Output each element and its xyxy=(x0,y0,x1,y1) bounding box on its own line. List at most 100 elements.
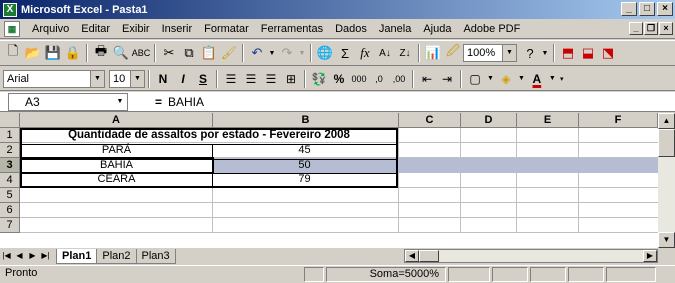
row-header-3[interactable]: 3 xyxy=(0,158,20,173)
menu-adobe-pdf[interactable]: Adobe PDF xyxy=(457,23,526,35)
column-header-b[interactable]: B xyxy=(213,113,399,128)
cut-icon[interactable]: ✂ xyxy=(159,43,179,63)
excel-app-icon[interactable]: X xyxy=(3,2,17,17)
select-all-corner[interactable] xyxy=(0,113,20,128)
format-painter-icon[interactable]: 🖌 xyxy=(219,43,239,63)
cell-b3[interactable]: 50 xyxy=(213,158,396,173)
doc-minimize-button[interactable]: _ xyxy=(629,22,643,35)
doc-restore-button[interactable]: ❐ xyxy=(644,22,658,35)
bold-button[interactable]: N xyxy=(153,69,173,89)
menu-dados[interactable]: Dados xyxy=(329,23,373,35)
copy-icon[interactable]: ⧉ xyxy=(179,43,199,63)
sheet-tab-plan2[interactable]: Plan2 xyxy=(96,248,137,264)
h-scroll-thumb[interactable] xyxy=(419,250,439,262)
font-color-icon[interactable]: A xyxy=(527,69,547,89)
sheet-tab-plan1[interactable]: Plan1 xyxy=(56,248,98,264)
menu-exibir[interactable]: Exibir xyxy=(116,23,156,35)
redo-dropdown-icon[interactable]: ▼ xyxy=(297,43,307,63)
redo-icon[interactable]: ↷ xyxy=(277,43,297,63)
prev-sheet-icon[interactable]: ◀ xyxy=(13,249,26,263)
currency-icon[interactable]: 💱 xyxy=(309,69,329,89)
scroll-left-icon[interactable]: ◀ xyxy=(405,250,419,262)
sort-descending-icon[interactable]: Z↓ xyxy=(395,43,415,63)
increase-indent-icon[interactable]: ⇥ xyxy=(437,69,457,89)
font-name-select[interactable]: Arial ▼ xyxy=(3,69,105,88)
print-preview-icon[interactable]: 🔍 xyxy=(111,43,131,63)
chart-wizard-icon[interactable]: 📊 xyxy=(423,43,443,63)
percent-button[interactable]: % xyxy=(329,69,349,89)
menu-inserir[interactable]: Inserir xyxy=(156,23,199,35)
maximize-button[interactable]: □ xyxy=(639,2,655,16)
adobe-pdf-create-icon[interactable]: ⬒ xyxy=(558,43,578,63)
merge-center-icon[interactable]: ⊞ xyxy=(281,69,301,89)
borders-icon[interactable]: ▢ xyxy=(465,69,485,89)
toolbar-options-icon[interactable]: ▾ xyxy=(558,69,566,89)
menu-ajuda[interactable]: Ajuda xyxy=(417,23,457,35)
align-center-icon[interactable]: ☰ xyxy=(241,69,261,89)
formula-equals-icon[interactable]: = xyxy=(128,95,168,109)
horizontal-scrollbar[interactable]: ◀ ▶ xyxy=(404,249,658,263)
minimize-button[interactable]: _ xyxy=(621,2,637,16)
workbook-icon[interactable]: ▦ xyxy=(4,20,20,37)
doc-close-button[interactable]: × xyxy=(659,22,673,35)
align-right-icon[interactable]: ☰ xyxy=(261,69,281,89)
spelling-icon[interactable]: ABC xyxy=(131,43,151,63)
menu-arquivo[interactable]: Arquivo xyxy=(26,23,75,35)
decrease-decimal-button[interactable]: ,00 xyxy=(389,69,409,89)
column-header-c[interactable]: C xyxy=(399,113,461,128)
hyperlink-icon[interactable]: 🌐 xyxy=(315,43,335,63)
cell-a4[interactable]: CEARÁ xyxy=(22,172,211,187)
print-icon[interactable]: 🖶 xyxy=(91,43,111,63)
row-header-1[interactable]: 1 xyxy=(0,128,20,143)
menu-ferramentas[interactable]: Ferramentas xyxy=(255,23,329,35)
cell-a2[interactable]: PARÁ xyxy=(22,143,211,158)
zoom-select[interactable]: 100% ▼ xyxy=(463,44,517,62)
column-header-d[interactable]: D xyxy=(461,113,517,128)
adobe-pdf-review-icon[interactable]: ⬔ xyxy=(598,43,618,63)
formula-input[interactable]: BAHIA xyxy=(168,95,204,109)
close-button[interactable]: × xyxy=(657,2,673,16)
open-folder-icon[interactable]: 📂 xyxy=(23,43,43,63)
column-header-a[interactable]: A xyxy=(20,113,213,128)
menu-janela[interactable]: Janela xyxy=(373,23,417,35)
increase-decimal-button[interactable]: ,0 xyxy=(369,69,389,89)
column-header-e[interactable]: E xyxy=(517,113,579,128)
autosum-icon[interactable]: Σ xyxy=(335,43,355,63)
row-header-7[interactable]: 7 xyxy=(0,218,20,233)
drawing-icon[interactable]: 🖉 xyxy=(443,43,463,63)
permission-icon[interactable]: 🔒 xyxy=(63,43,83,63)
underline-button[interactable]: S xyxy=(193,69,213,89)
column-header-f[interactable]: F xyxy=(579,113,658,128)
next-sheet-icon[interactable]: ▶ xyxy=(26,249,39,263)
help-dropdown-icon[interactable]: ▼ xyxy=(540,43,550,63)
undo-dropdown-icon[interactable]: ▼ xyxy=(267,43,277,63)
font-size-select[interactable]: 10 ▼ xyxy=(109,69,145,88)
fill-color-icon[interactable]: ◈ xyxy=(496,69,516,89)
insert-function-icon[interactable]: fx xyxy=(355,43,375,63)
fill-color-dropdown-icon[interactable]: ▼ xyxy=(516,69,527,89)
undo-icon[interactable]: ↶ xyxy=(247,43,267,63)
last-sheet-icon[interactable]: ▶| xyxy=(39,249,52,263)
scroll-down-icon[interactable]: ▼ xyxy=(658,232,675,248)
font-color-dropdown-icon[interactable]: ▼ xyxy=(547,69,558,89)
scroll-up-icon[interactable]: ▲ xyxy=(658,113,675,129)
row-header-5[interactable]: 5 xyxy=(0,188,20,203)
borders-dropdown-icon[interactable]: ▼ xyxy=(485,69,496,89)
scroll-right-icon[interactable]: ▶ xyxy=(643,250,657,262)
scroll-thumb[interactable] xyxy=(658,129,675,157)
row-header-2[interactable]: 2 xyxy=(0,143,20,158)
new-file-icon[interactable]: 🗋 xyxy=(3,43,23,63)
sheet-tab-plan3[interactable]: Plan3 xyxy=(135,248,176,264)
save-icon[interactable]: 💾 xyxy=(43,43,63,63)
sort-ascending-icon[interactable]: A↓ xyxy=(375,43,395,63)
menu-editar[interactable]: Editar xyxy=(75,23,116,35)
row-header-4[interactable]: 4 xyxy=(0,173,20,188)
vertical-scrollbar[interactable]: ▲ ▼ xyxy=(658,113,675,248)
cell-b2[interactable]: 45 xyxy=(213,143,396,158)
adobe-pdf-mail-icon[interactable]: ⬓ xyxy=(578,43,598,63)
paste-icon[interactable]: 📋 xyxy=(199,43,219,63)
help-icon[interactable]: ? xyxy=(520,43,540,63)
thousands-separator-button[interactable]: 000 xyxy=(349,69,369,89)
row-header-6[interactable]: 6 xyxy=(0,203,20,218)
first-sheet-icon[interactable]: |◀ xyxy=(0,249,13,263)
